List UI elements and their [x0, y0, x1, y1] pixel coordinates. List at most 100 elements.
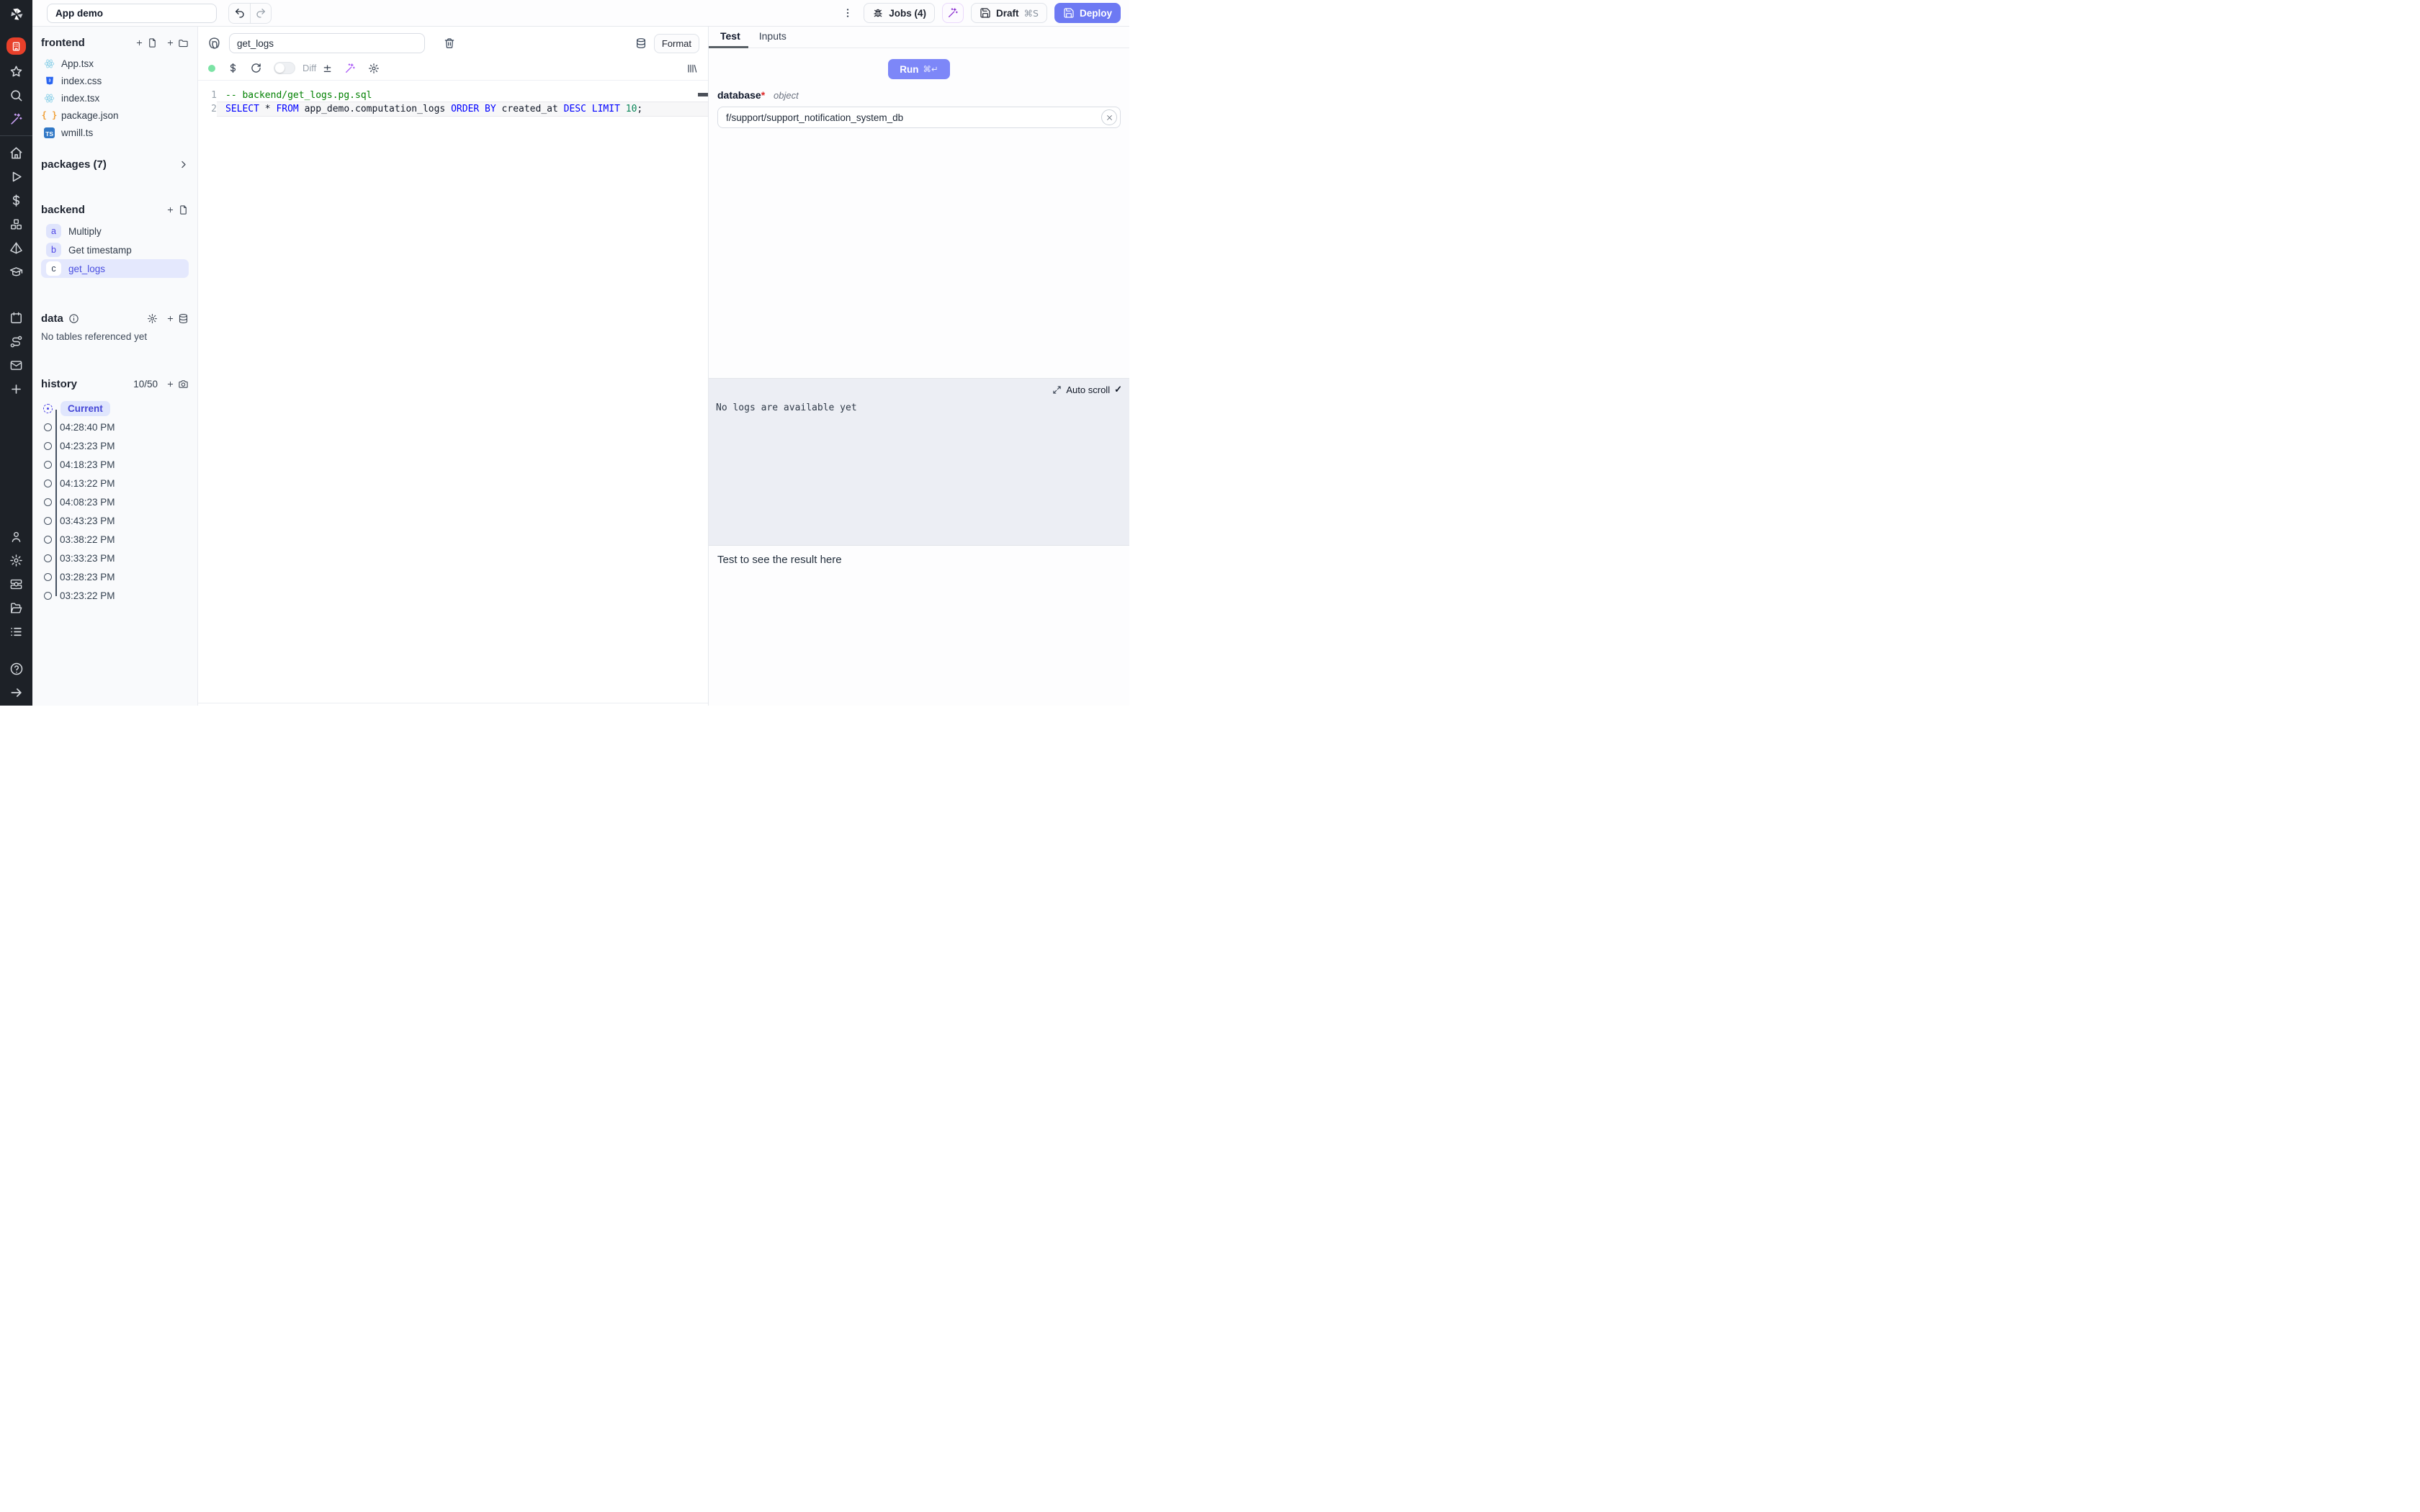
- folder-icon[interactable]: [177, 37, 189, 49]
- ai-edit-wand-icon[interactable]: [344, 63, 356, 74]
- history-item[interactable]: 03:33:23 PM: [41, 549, 189, 567]
- create-plus-icon[interactable]: [9, 382, 24, 396]
- run-button[interactable]: Run⌘↵: [888, 59, 950, 79]
- format-button[interactable]: Format: [654, 34, 699, 53]
- file-item-wmill-ts[interactable]: TS wmill.ts: [41, 124, 189, 141]
- redo-button[interactable]: [250, 4, 271, 23]
- line-number: 2: [198, 102, 217, 116]
- add-table-button[interactable]: [164, 313, 176, 325]
- ai-assistant-button[interactable]: [942, 3, 964, 23]
- workspace-switcher[interactable]: [6, 37, 26, 55]
- workers-server-icon[interactable]: [9, 577, 24, 591]
- runs-play-icon[interactable]: [9, 169, 24, 184]
- clear-field-button[interactable]: [1101, 109, 1117, 125]
- add-script-button[interactable]: [164, 204, 176, 216]
- database-schema-icon[interactable]: [635, 37, 647, 49]
- search-icon[interactable]: [9, 88, 24, 102]
- undo-button[interactable]: [229, 4, 250, 23]
- expand-logs-icon[interactable]: [1052, 385, 1062, 395]
- home-icon[interactable]: [9, 145, 24, 160]
- resources-boxes-icon[interactable]: [9, 217, 24, 231]
- plus-minus-icon[interactable]: ±: [323, 62, 332, 75]
- editor-scrollbar-thumb[interactable]: [698, 93, 708, 96]
- add-snapshot-button[interactable]: [164, 379, 176, 390]
- refresh-icon[interactable]: [251, 63, 261, 73]
- history-item[interactable]: 03:38:22 PM: [41, 530, 189, 549]
- database-resource-input[interactable]: [717, 107, 1121, 128]
- info-icon[interactable]: [68, 313, 80, 325]
- packages-row[interactable]: packages (7): [41, 158, 189, 171]
- undo-redo-group: [228, 3, 272, 24]
- history-item[interactable]: 04:28:40 PM: [41, 418, 189, 436]
- deploy-button[interactable]: Deploy: [1054, 3, 1121, 23]
- data-section: data No tables referenced yet: [41, 312, 189, 342]
- history-item[interactable]: 03:43:23 PM: [41, 511, 189, 530]
- auto-scroll-checkmark[interactable]: ✓: [1114, 384, 1122, 395]
- history-count: 10/50: [133, 379, 158, 390]
- folders-icon[interactable]: [9, 600, 24, 615]
- history-item[interactable]: 04:08:23 PM: [41, 492, 189, 511]
- dollar-variables-icon[interactable]: [228, 63, 238, 73]
- add-folder-button[interactable]: [164, 37, 176, 49]
- file-icon[interactable]: [177, 204, 189, 216]
- history-item-current[interactable]: Current: [41, 399, 189, 418]
- list-icon[interactable]: [9, 624, 24, 639]
- ai-wand-icon[interactable]: [9, 112, 24, 126]
- kebab-menu-icon[interactable]: [839, 7, 856, 19]
- tab-test[interactable]: Test: [709, 30, 740, 48]
- run-shortcut: ⌘↵: [923, 64, 938, 74]
- favorites-star-icon[interactable]: [9, 64, 24, 78]
- settings-gear-icon[interactable]: [9, 553, 24, 567]
- version-timestamp: 03:43:23 PM: [60, 516, 115, 526]
- windmill-logo-icon[interactable]: [8, 6, 25, 23]
- history-item[interactable]: 03:23:22 PM: [41, 586, 189, 605]
- version-timestamp: 04:23:23 PM: [60, 441, 115, 451]
- database-icon[interactable]: [177, 313, 189, 325]
- file-icon[interactable]: [146, 37, 158, 49]
- code-editor[interactable]: 1 -- backend/get_logs.pg.sql 2 SELECT * …: [198, 81, 708, 706]
- editor-settings-gear-icon[interactable]: [368, 63, 380, 74]
- history-item[interactable]: 04:23:23 PM: [41, 436, 189, 455]
- sidebar: frontend App.tsx 3 index.css: [32, 27, 198, 706]
- triggers-pyramid-icon[interactable]: [9, 240, 24, 255]
- file-name: index.css: [61, 76, 102, 86]
- current-version-dot: [43, 404, 53, 413]
- history-item[interactable]: 03:28:23 PM: [41, 567, 189, 586]
- help-icon[interactable]: [9, 662, 24, 676]
- current-version-chip: Current: [60, 401, 110, 416]
- version-dot: [44, 498, 52, 506]
- camera-icon[interactable]: [177, 379, 189, 390]
- history-item[interactable]: 04:13:22 PM: [41, 474, 189, 492]
- draft-button[interactable]: Draft ⌘S: [971, 3, 1047, 23]
- learn-graduation-icon[interactable]: [9, 264, 24, 279]
- file-item-app-tsx[interactable]: App.tsx: [41, 55, 189, 72]
- add-file-button[interactable]: [133, 37, 145, 49]
- backend-item-multiply[interactable]: a Multiply: [41, 222, 189, 240]
- file-item-index-tsx[interactable]: index.tsx: [41, 89, 189, 107]
- library-icon[interactable]: [686, 63, 698, 74]
- jobs-button[interactable]: Jobs (4): [864, 3, 935, 23]
- backend-item-get-logs-selected[interactable]: c get_logs: [41, 259, 189, 278]
- user-icon[interactable]: [9, 529, 24, 544]
- file-item-package-json[interactable]: { } package.json: [41, 107, 189, 124]
- version-timestamp: 03:23:22 PM: [60, 590, 115, 601]
- diff-toggle[interactable]: [274, 62, 295, 74]
- save-icon: [1063, 7, 1075, 19]
- app-root: Jobs (4) Draft ⌘S Deploy frontend: [0, 0, 1129, 706]
- flows-route-icon[interactable]: [9, 334, 24, 348]
- history-timeline: Current 04:28:40 PM 04:23:23 PM 04:18:23…: [41, 399, 189, 605]
- file-item-index-css[interactable]: 3 index.css: [41, 72, 189, 89]
- script-badge: c: [46, 261, 61, 276]
- delete-script-trash-icon[interactable]: [444, 37, 455, 49]
- variables-dollar-icon[interactable]: [9, 193, 24, 207]
- tab-inputs[interactable]: Inputs: [759, 30, 786, 48]
- backend-item-get-timestamp[interactable]: b Get timestamp: [41, 240, 189, 259]
- json-braces-icon: { }: [44, 110, 55, 121]
- schedules-calendar-icon[interactable]: [9, 310, 24, 325]
- data-settings-gear-icon[interactable]: [146, 313, 158, 325]
- app-name-input[interactable]: [47, 4, 217, 23]
- history-item[interactable]: 04:18:23 PM: [41, 455, 189, 474]
- log-out-arrow-icon[interactable]: [9, 685, 24, 700]
- script-name-input[interactable]: [229, 33, 425, 53]
- mail-icon[interactable]: [9, 358, 24, 372]
